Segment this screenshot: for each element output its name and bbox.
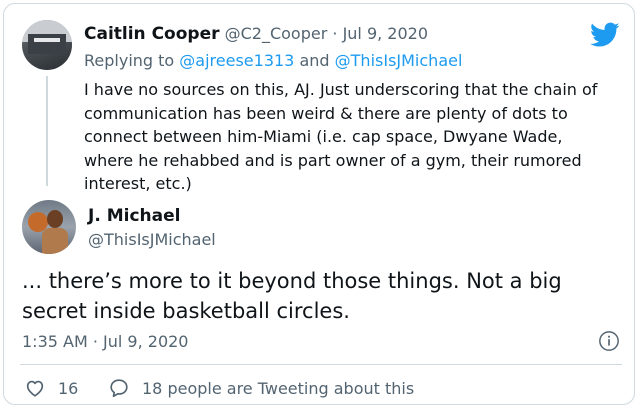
- caitlin-cooper-avatar[interactable]: [22, 20, 72, 70]
- main-author-name[interactable]: J. Michael: [88, 206, 180, 226]
- replying-and: and: [299, 51, 330, 70]
- replying-prefix: Replying to: [84, 51, 175, 70]
- info-icon[interactable]: [598, 330, 620, 352]
- main-tweet-text: ... there’s more to it beyond those thin…: [22, 269, 562, 323]
- header-separator: ·: [332, 24, 338, 43]
- twitter-bird-icon[interactable]: [590, 22, 620, 48]
- quoted-tweet-header: Caitlin Cooper @C2_Cooper · Jul 9, 2020: [84, 24, 428, 44]
- replying-user-link-2[interactable]: @ThisIsJMichael: [335, 51, 463, 70]
- thread-connector-line: [46, 76, 48, 186]
- actions-divider: [20, 364, 622, 365]
- main-author-handle[interactable]: @ThisIsJMichael: [88, 230, 216, 249]
- quoted-author-name[interactable]: Caitlin Cooper: [84, 24, 220, 44]
- like-count[interactable]: 16: [58, 379, 78, 398]
- heart-icon[interactable]: [24, 377, 46, 399]
- main-tweet-timestamp[interactable]: 1:35 AM · Jul 9, 2020: [22, 332, 188, 351]
- quoted-tweet-text: I have no sources on this, AJ. Just unde…: [84, 80, 598, 193]
- j-michael-avatar[interactable]: [22, 200, 76, 254]
- quoted-author-handle[interactable]: @C2_Cooper: [225, 24, 328, 43]
- tweet-embed-card: Caitlin Cooper @C2_Cooper · Jul 9, 2020 …: [3, 3, 635, 405]
- quoted-tweet-date[interactable]: Jul 9, 2020: [343, 24, 428, 43]
- replying-to-line: Replying to @ajreese1313 and @ThisIsJMic…: [84, 51, 462, 70]
- replying-user-link-1[interactable]: @ajreese1313: [179, 51, 294, 70]
- speech-bubble-icon[interactable]: [108, 377, 130, 399]
- tweeting-about-link[interactable]: 18 people are Tweeting about this: [142, 379, 414, 398]
